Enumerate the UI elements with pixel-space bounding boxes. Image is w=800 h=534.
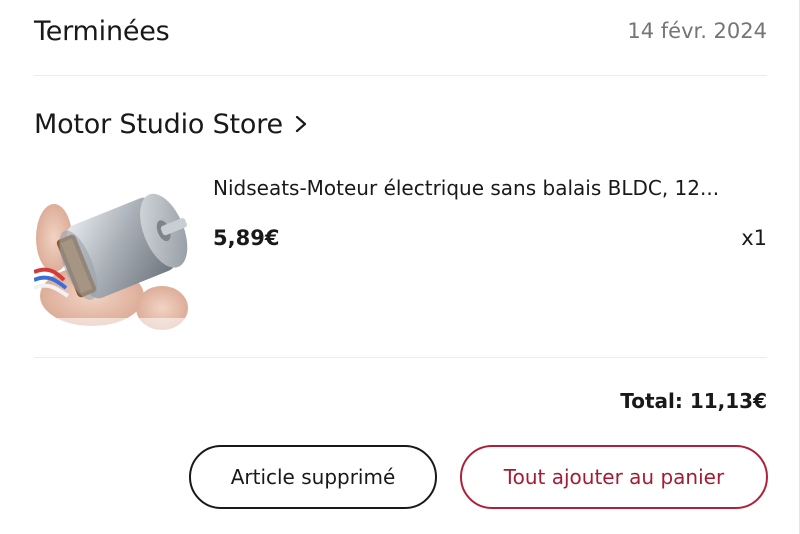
store-link[interactable]: Motor Studio Store — [34, 104, 309, 144]
chevron-right-icon — [293, 114, 309, 134]
order-total: Total: 11,13€ — [620, 389, 767, 413]
product-quantity: x1 — [741, 226, 767, 250]
divider — [34, 357, 767, 358]
order-date: 14 févr. 2024 — [627, 19, 767, 43]
order-header: Terminées 14 févr. 2024 — [34, 10, 767, 52]
item-removed-button[interactable]: Article supprimé — [189, 445, 437, 509]
product-title[interactable]: Nidseats-Moteur électrique sans balais B… — [213, 176, 767, 200]
product-price: 5,89€ — [213, 226, 280, 250]
store-name: Motor Studio Store — [34, 108, 283, 140]
product-image[interactable] — [34, 168, 196, 334]
order-item: Nidseats-Moteur électrique sans balais B… — [34, 168, 767, 334]
order-status: Terminées — [34, 15, 170, 47]
add-all-to-cart-button[interactable]: Tout ajouter au panier — [460, 445, 768, 509]
divider — [34, 75, 767, 76]
order-card: Terminées 14 févr. 2024 Motor Studio Sto… — [0, 0, 800, 534]
